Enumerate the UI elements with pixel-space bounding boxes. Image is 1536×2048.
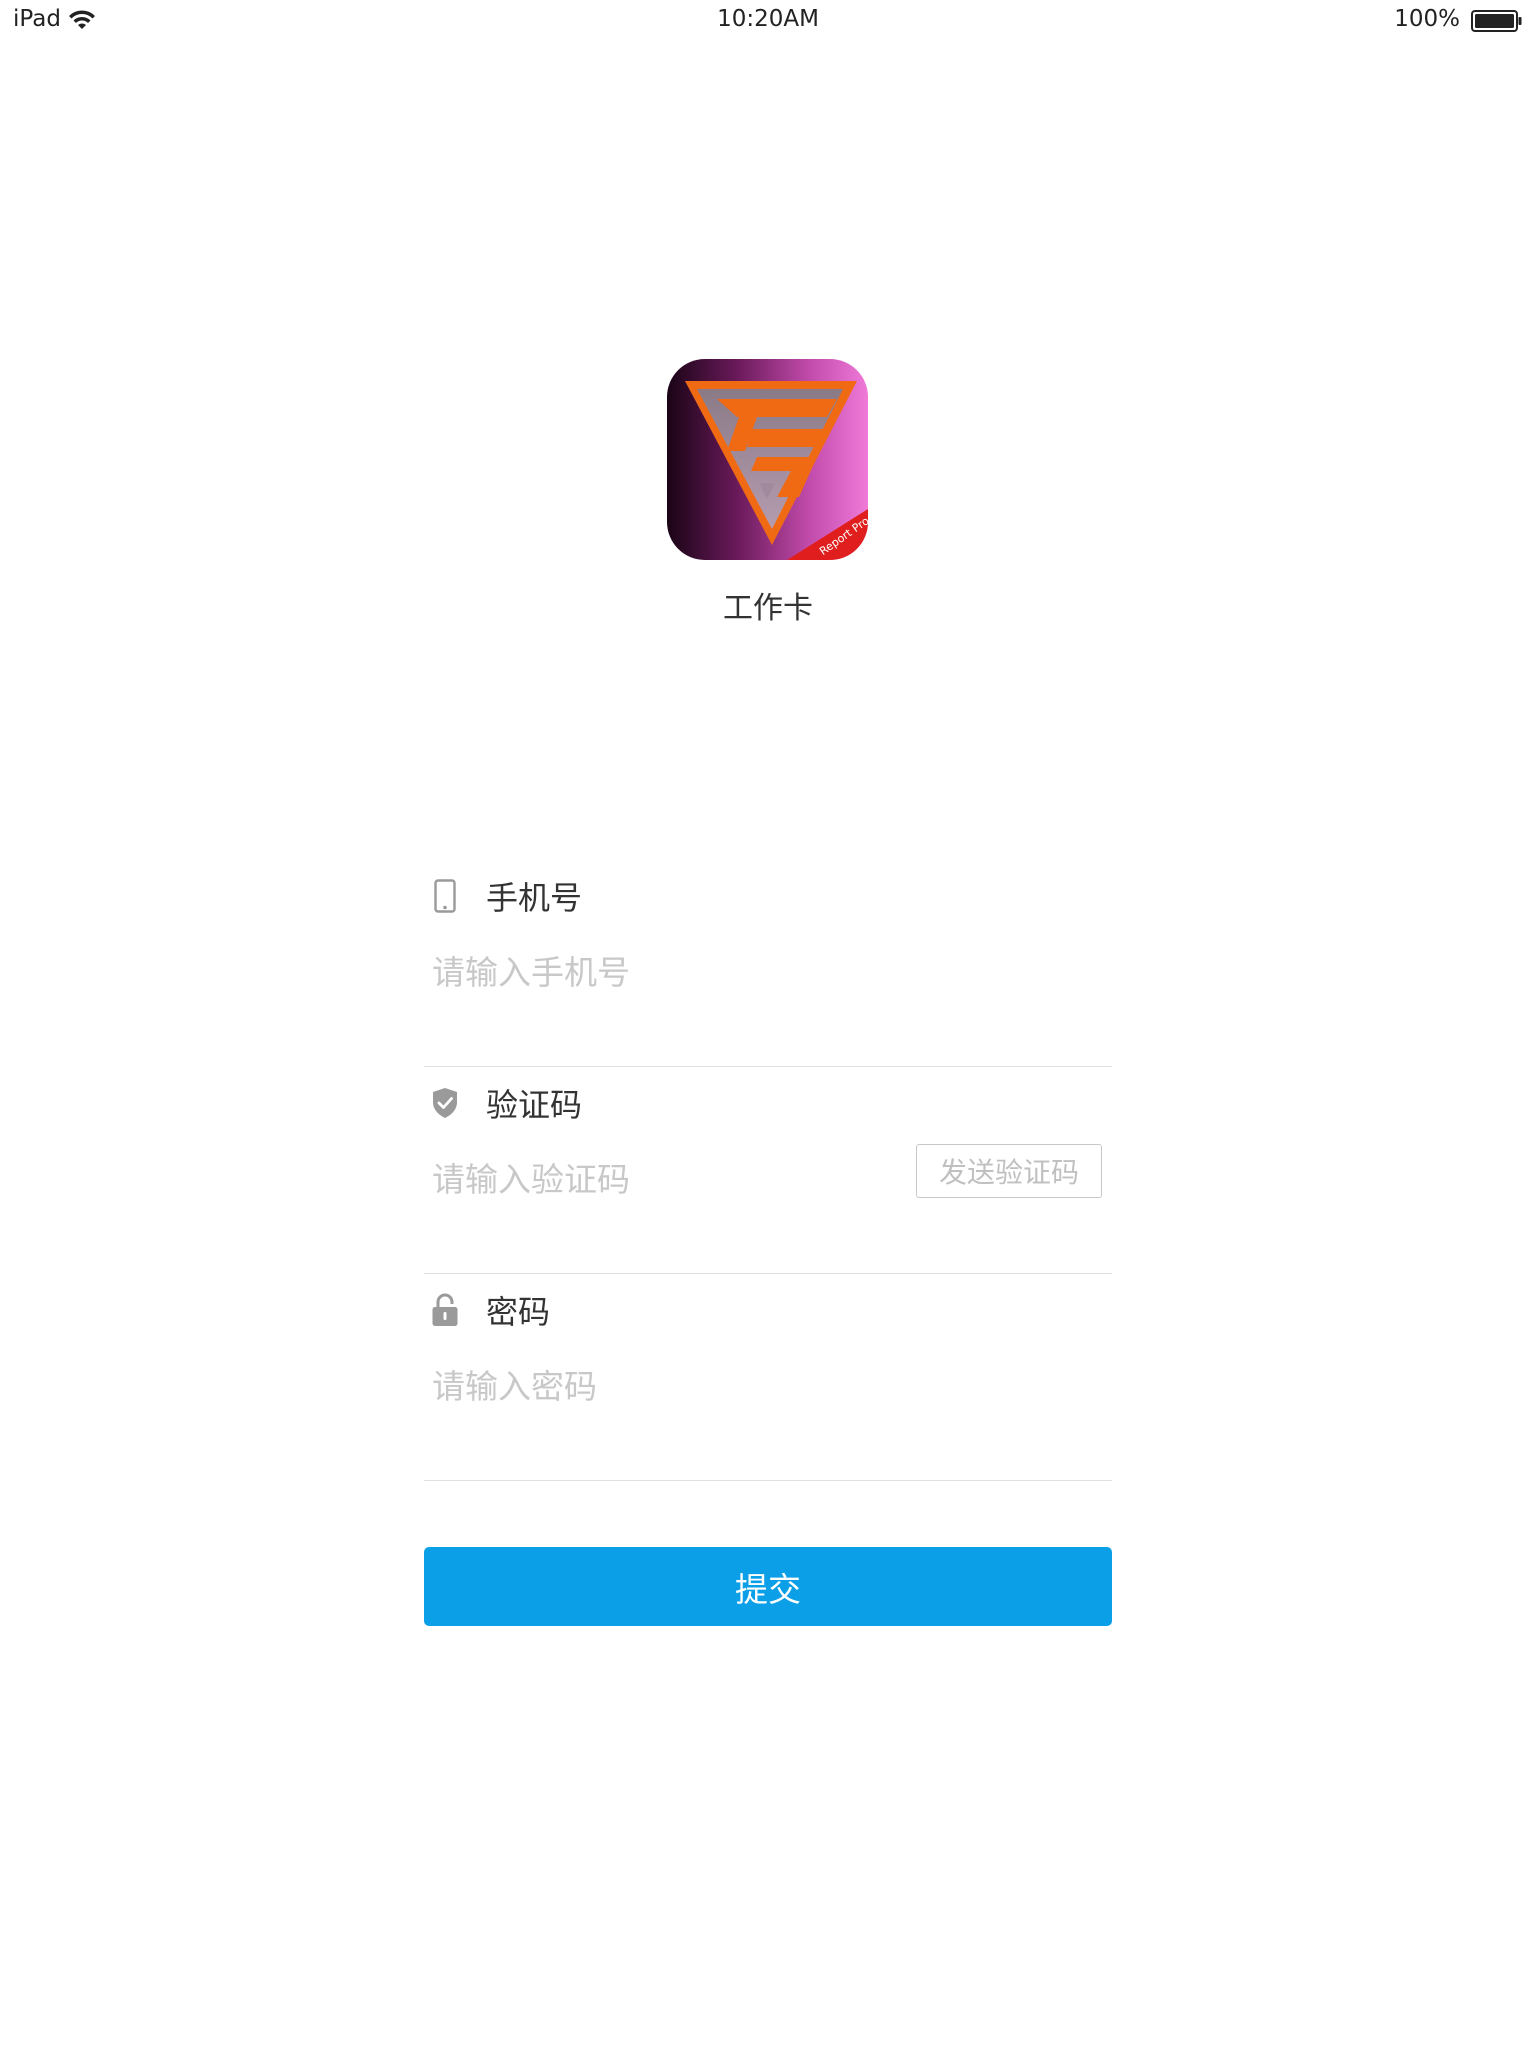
app-logo: Report Pro bbox=[667, 359, 868, 560]
app-name: 工作卡 bbox=[723, 591, 813, 626]
shield-check-icon bbox=[430, 1085, 460, 1121]
submit-button[interactable]: 提交 bbox=[424, 1547, 1112, 1626]
send-code-button[interactable]: 发送验证码 bbox=[916, 1144, 1102, 1198]
app-logo-icon: Report Pro bbox=[667, 359, 868, 560]
password-label: 密码 bbox=[486, 1293, 551, 1331]
battery-percentage: 100% bbox=[1394, 6, 1460, 32]
status-bar: iPad 10:20AM 100% bbox=[0, 0, 1536, 40]
password-input[interactable] bbox=[432, 1356, 892, 1416]
battery-icon bbox=[1471, 10, 1522, 32]
phone-label: 手机号 bbox=[486, 879, 583, 917]
clock: 10:20AM bbox=[717, 6, 819, 32]
phone-input[interactable] bbox=[432, 942, 892, 1002]
verification-code-input[interactable] bbox=[432, 1149, 892, 1209]
verification-code-label: 验证码 bbox=[486, 1086, 583, 1124]
lock-icon bbox=[430, 1292, 460, 1328]
login-form: 手机号 验证码 密码 bbox=[424, 860, 1112, 1481]
phone-field: 手机号 bbox=[424, 860, 1112, 1067]
phone-icon bbox=[430, 878, 460, 914]
password-field: 密码 bbox=[424, 1274, 1112, 1481]
